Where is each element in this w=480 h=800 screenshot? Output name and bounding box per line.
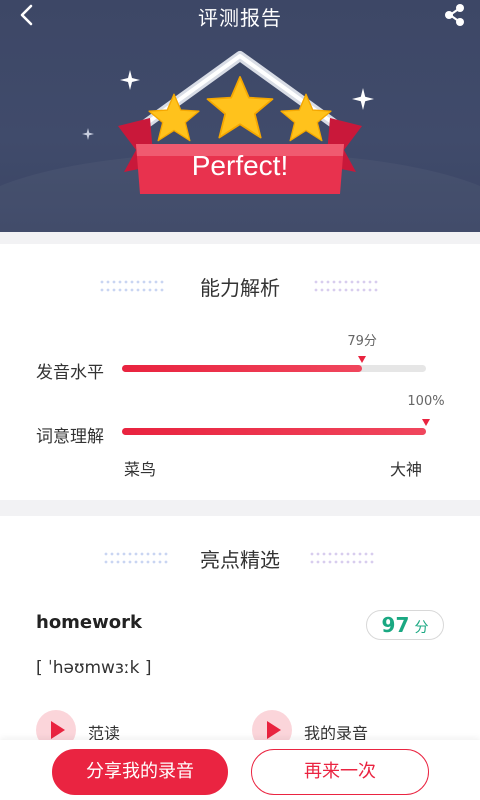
comprehension-bar-fill xyxy=(122,428,426,435)
report-header: 评测报告 Perfect! xyxy=(0,0,480,232)
star-icon xyxy=(206,76,274,139)
result-badge: Perfect! xyxy=(110,48,370,208)
pronunciation-score: 79分 xyxy=(347,334,377,349)
word-score-number: 97 xyxy=(381,613,410,637)
highlight-word: homework xyxy=(36,612,142,633)
scale-max-label: 大神 xyxy=(390,460,423,479)
pronunciation-bar xyxy=(122,356,426,372)
page-title: 评测报告 xyxy=(198,6,282,30)
dots-decoration-right xyxy=(314,280,378,292)
scale-min-label: 菜鸟 xyxy=(124,460,157,479)
word-score-badge: 97 分 xyxy=(366,610,444,640)
ability-analysis-card: 能力解析 发音水平 79分 词意理解 100% 菜鸟 大神 xyxy=(0,244,480,500)
highlight-section-title: 亮点精选 xyxy=(200,548,280,572)
ability-section-title: 能力解析 xyxy=(200,276,280,300)
pronunciation-bar-fill xyxy=(122,365,363,372)
top-bar: 评测报告 xyxy=(0,0,480,30)
bottom-action-bar: 分享我的录音 再来一次 xyxy=(0,740,480,800)
share-recording-button[interactable]: 分享我的录音 xyxy=(52,749,228,795)
dots-decoration-right xyxy=(310,552,374,564)
retry-button[interactable]: 再来一次 xyxy=(251,749,429,795)
sparkle-icon xyxy=(82,128,94,140)
share-icon[interactable] xyxy=(442,2,468,28)
comprehension-label: 词意理解 xyxy=(36,427,104,447)
star-icon xyxy=(280,93,332,142)
star-icon xyxy=(148,93,200,142)
pronunciation-marker-icon xyxy=(358,356,367,363)
comprehension-marker-icon xyxy=(422,419,430,426)
comprehension-bar xyxy=(122,419,430,435)
word-score-unit: 分 xyxy=(414,620,429,636)
comprehension-score: 100% xyxy=(407,394,445,409)
word-phonetic: [ ˈhəʊmwɜːk ] xyxy=(36,658,152,678)
badge-text: Perfect! xyxy=(191,150,289,181)
pronunciation-label: 发音水平 xyxy=(36,363,104,383)
